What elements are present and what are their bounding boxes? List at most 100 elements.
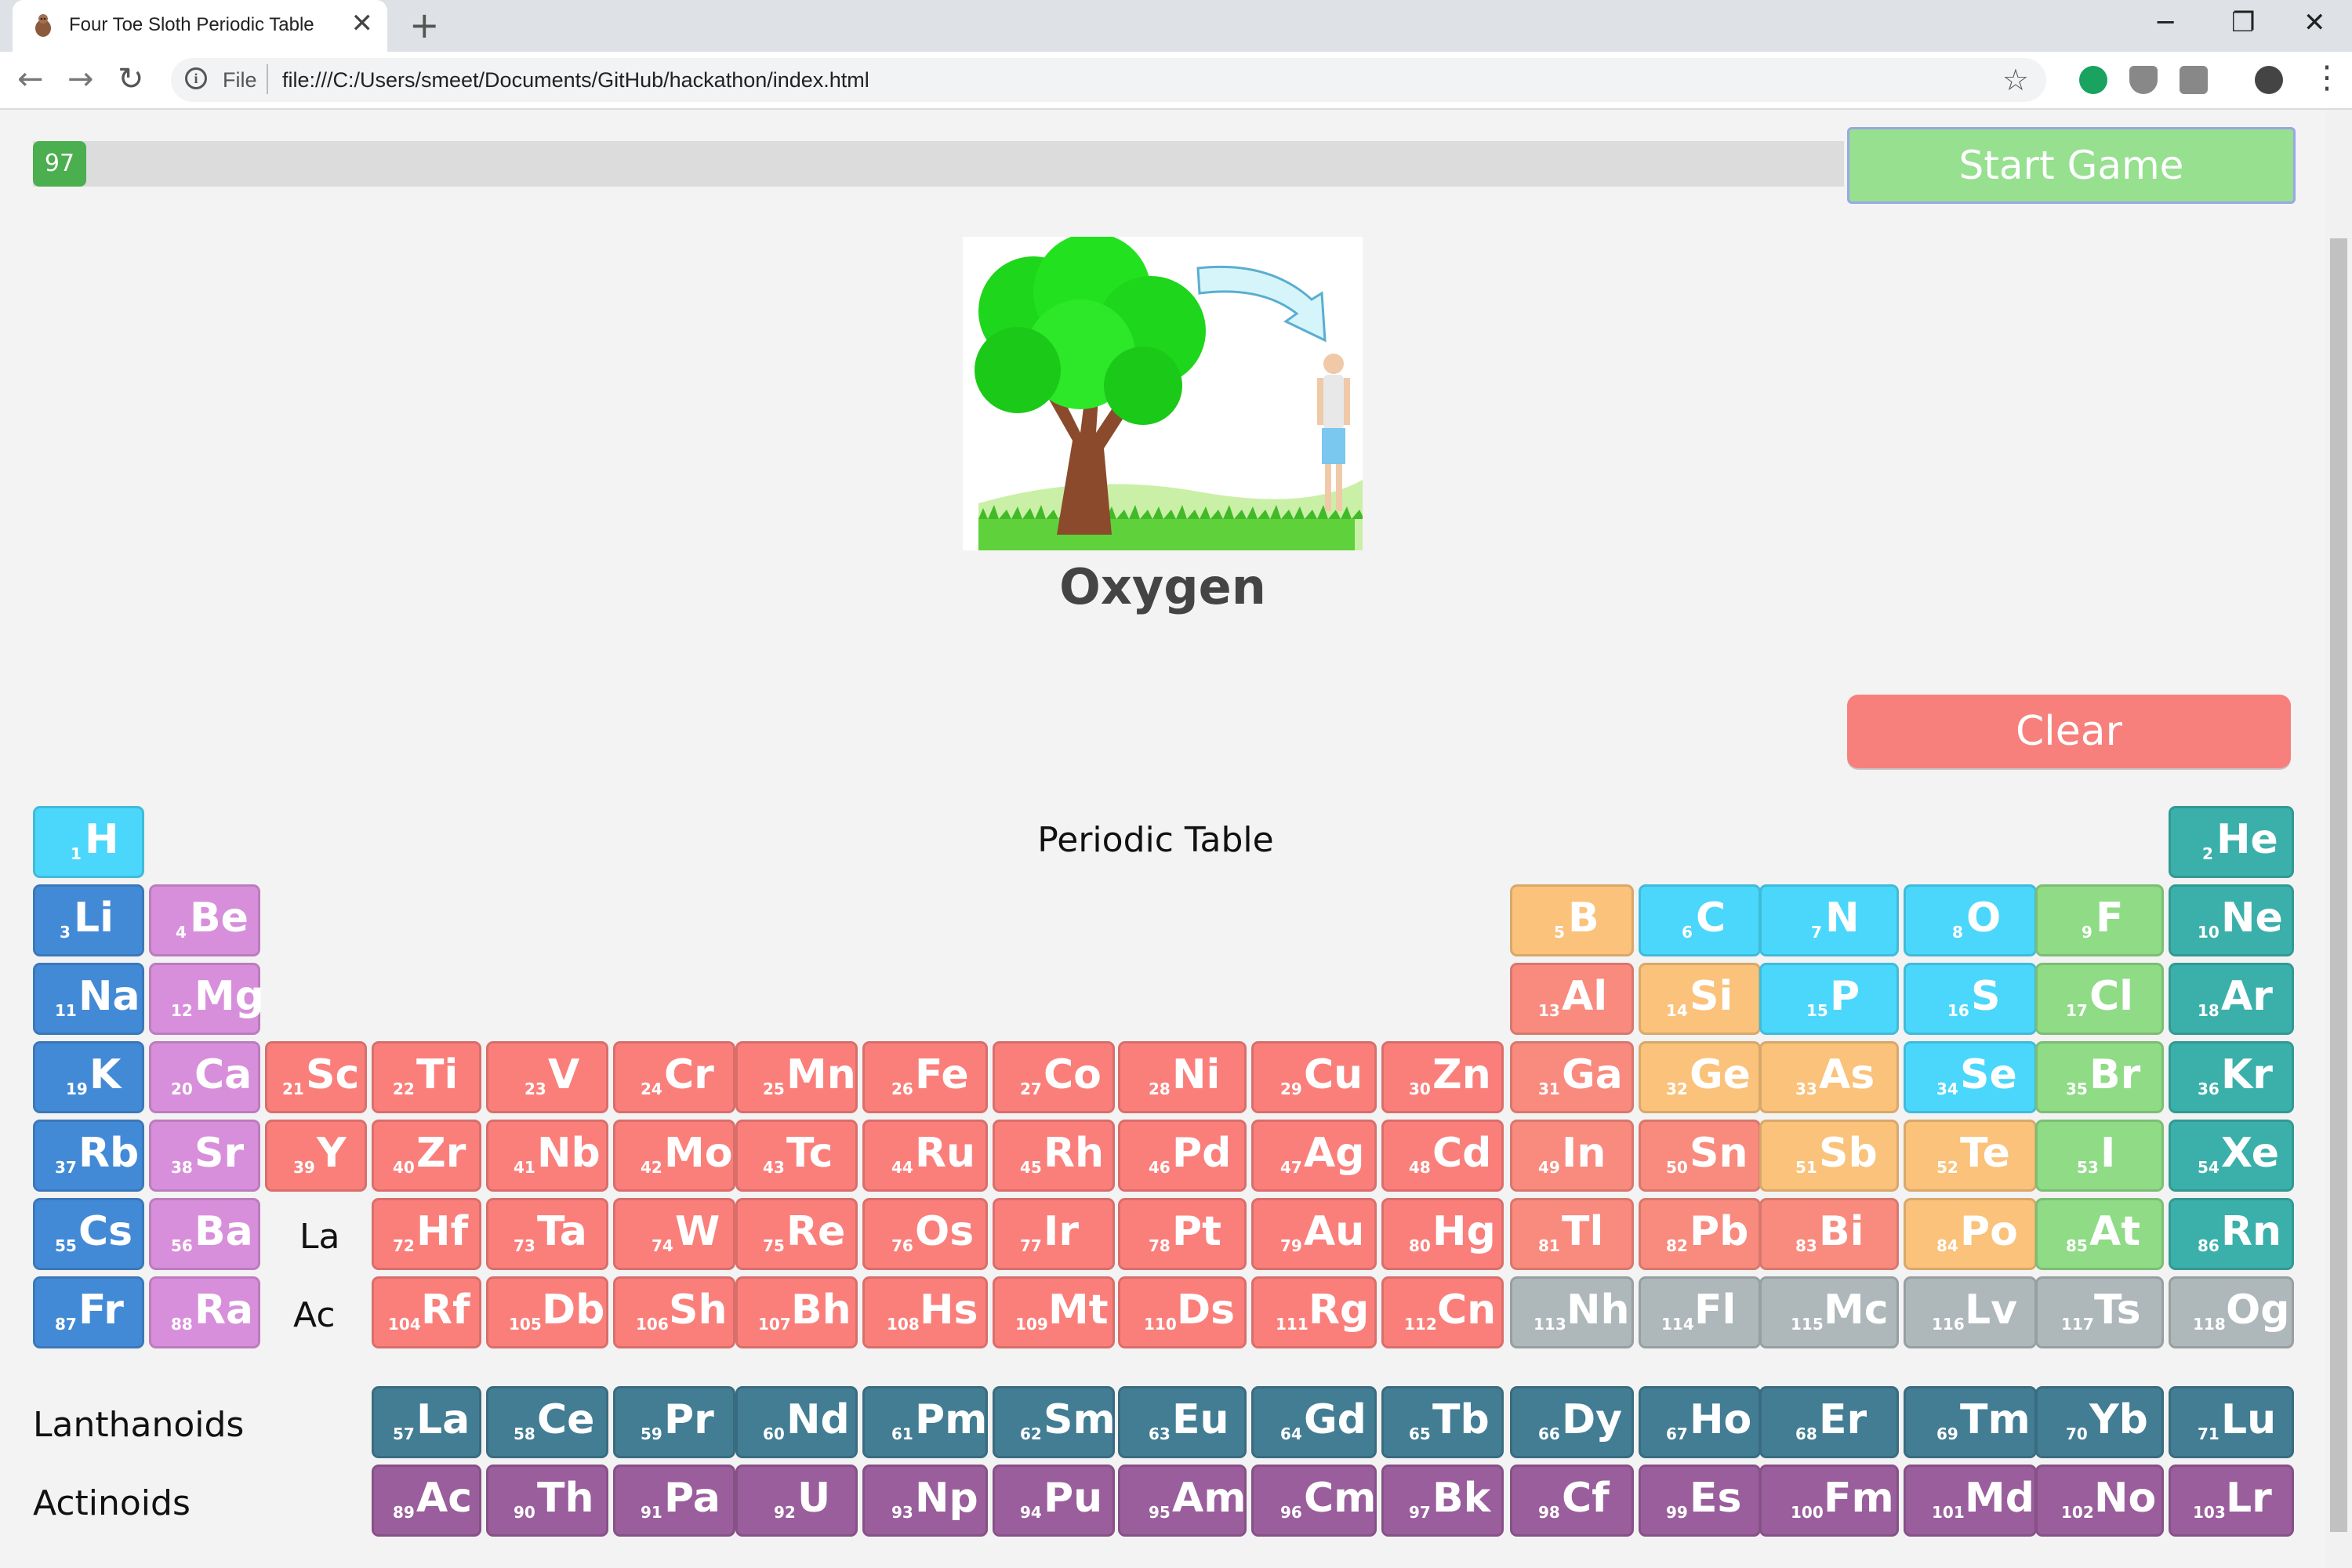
element-cell-fe[interactable]: 26 Fe	[862, 1041, 988, 1113]
camera-extension-icon[interactable]	[2180, 66, 2208, 94]
element-cell-cn[interactable]: 112 Cn	[1381, 1276, 1504, 1348]
element-cell-ir[interactable]: 77 Ir	[993, 1198, 1115, 1270]
element-cell-sc[interactable]: 21 Sc	[265, 1041, 367, 1113]
start-game-button[interactable]: Start Game	[1847, 127, 2296, 204]
element-cell-si[interactable]: 14 Si	[1639, 963, 1761, 1035]
element-cell-es[interactable]: 99 Es	[1639, 1465, 1761, 1537]
element-cell-np[interactable]: 93 Np	[862, 1465, 988, 1537]
element-cell-ni[interactable]: 28 Ni	[1118, 1041, 1247, 1113]
element-cell-nb[interactable]: 41 Nb	[486, 1120, 608, 1192]
page-scrollbar[interactable]	[2325, 110, 2352, 1568]
element-cell-eu[interactable]: 63 Eu	[1118, 1386, 1247, 1458]
element-cell-po[interactable]: 84 Po	[1904, 1198, 2037, 1270]
element-cell-ba[interactable]: 56 Ba	[149, 1198, 260, 1270]
shield-extension-icon[interactable]	[2129, 66, 2158, 94]
element-cell-rf[interactable]: 104 Rf	[372, 1276, 481, 1348]
grammarly-extension-icon[interactable]	[2079, 66, 2107, 94]
element-cell-au[interactable]: 79 Au	[1251, 1198, 1377, 1270]
element-cell-db[interactable]: 105 Db	[486, 1276, 608, 1348]
element-cell-md[interactable]: 101 Md	[1904, 1465, 2037, 1537]
element-cell-ag[interactable]: 47 Ag	[1251, 1120, 1377, 1192]
element-cell-nd[interactable]: 60 Nd	[735, 1386, 858, 1458]
element-cell-ga[interactable]: 31 Ga	[1510, 1041, 1634, 1113]
element-cell-li[interactable]: 3 Li	[33, 884, 144, 956]
element-cell-lv[interactable]: 116 Lv	[1904, 1276, 2037, 1348]
element-cell-sr[interactable]: 38 Sr	[149, 1120, 260, 1192]
element-cell-th[interactable]: 90 Th	[486, 1465, 608, 1537]
element-cell-ta[interactable]: 73 Ta	[486, 1198, 608, 1270]
back-arrow-icon[interactable]: ←	[17, 61, 44, 97]
scrollbar-thumb[interactable]	[2330, 238, 2347, 1532]
element-cell-he[interactable]: 2 He	[2169, 806, 2294, 878]
element-cell-pb[interactable]: 82 Pb	[1639, 1198, 1761, 1270]
element-cell-cl[interactable]: 17 Cl	[2035, 963, 2164, 1035]
element-cell-u[interactable]: 92 U	[735, 1465, 858, 1537]
element-cell-na[interactable]: 11 Na	[33, 963, 144, 1035]
browser-tab[interactable]: Four Toe Sloth Periodic Table ✕	[13, 0, 387, 52]
element-cell-o[interactable]: 8O	[1904, 884, 2037, 956]
element-cell-hs[interactable]: 108 Hs	[862, 1276, 988, 1348]
tab-close-icon[interactable]: ✕	[351, 10, 374, 37]
element-cell-mc[interactable]: 115 Mc	[1759, 1276, 1899, 1348]
element-cell-as[interactable]: 33 As	[1759, 1041, 1899, 1113]
element-cell-ra[interactable]: 88 Ra	[149, 1276, 260, 1348]
element-cell-al[interactable]: 13 Al	[1510, 963, 1634, 1035]
element-cell-hg[interactable]: 80 Hg	[1381, 1198, 1504, 1270]
element-cell-cf[interactable]: 98 Cf	[1510, 1465, 1634, 1537]
element-cell-sh[interactable]: 106 Sh	[613, 1276, 735, 1348]
element-cell-og[interactable]: 118 Og	[2169, 1276, 2294, 1348]
element-cell-k[interactable]: 19 K	[33, 1041, 144, 1113]
element-cell-re[interactable]: 75 Re	[735, 1198, 858, 1270]
element-cell-zr[interactable]: 40 Zr	[372, 1120, 481, 1192]
element-cell-cr[interactable]: 24 Cr	[613, 1041, 735, 1113]
element-cell-v[interactable]: 23 V	[486, 1041, 608, 1113]
clear-button[interactable]: Clear	[1847, 695, 2291, 768]
element-cell-tl[interactable]: 81 Tl	[1510, 1198, 1634, 1270]
element-cell-h[interactable]: 1H	[33, 806, 144, 878]
menu-kebab-icon[interactable]: ⋮	[2311, 60, 2343, 96]
element-cell-cm[interactable]: 96 Cm	[1251, 1465, 1377, 1537]
element-cell-ho[interactable]: 67 Ho	[1639, 1386, 1761, 1458]
element-cell-co[interactable]: 27 Co	[993, 1041, 1115, 1113]
element-cell-c[interactable]: 6C	[1639, 884, 1761, 956]
element-cell-xe[interactable]: 54 Xe	[2169, 1120, 2294, 1192]
address-bar[interactable]: i File file:///C:/Users/smeet/Documents/…	[171, 58, 2046, 102]
element-cell-se[interactable]: 34 Se	[1904, 1041, 2037, 1113]
element-cell-mo[interactable]: 42 Mo	[613, 1120, 735, 1192]
element-cell-la[interactable]: 57 La	[372, 1386, 481, 1458]
element-cell-rn[interactable]: 86 Rn	[2169, 1198, 2294, 1270]
element-cell-fr[interactable]: 87 Fr	[33, 1276, 144, 1348]
element-cell-no[interactable]: 102 No	[2035, 1465, 2164, 1537]
minimize-button[interactable]: ─	[2158, 5, 2173, 41]
element-cell-am[interactable]: 95 Am	[1118, 1465, 1247, 1537]
element-cell-ge[interactable]: 32 Ge	[1639, 1041, 1761, 1113]
element-cell-rb[interactable]: 37 Rb	[33, 1120, 144, 1192]
element-cell-dy[interactable]: 66 Dy	[1510, 1386, 1634, 1458]
element-cell-be[interactable]: 4 Be	[149, 884, 260, 956]
element-cell-ar[interactable]: 18 Ar	[2169, 963, 2294, 1035]
element-cell-cd[interactable]: 48 Cd	[1381, 1120, 1504, 1192]
element-cell-ru[interactable]: 44 Ru	[862, 1120, 988, 1192]
element-cell-os[interactable]: 76 Os	[862, 1198, 988, 1270]
element-cell-ce[interactable]: 58 Ce	[486, 1386, 608, 1458]
element-cell-br[interactable]: 35 Br	[2035, 1041, 2164, 1113]
element-cell-cu[interactable]: 29 Cu	[1251, 1041, 1377, 1113]
element-cell-hf[interactable]: 72 Hf	[372, 1198, 481, 1270]
info-icon[interactable]: i	[185, 67, 207, 89]
element-cell-lu[interactable]: 71 Lu	[2169, 1386, 2294, 1458]
element-cell-bh[interactable]: 107 Bh	[735, 1276, 858, 1348]
element-cell-ds[interactable]: 110 Ds	[1118, 1276, 1247, 1348]
element-cell-lr[interactable]: 103 Lr	[2169, 1465, 2294, 1537]
element-cell-y[interactable]: 39 Y	[265, 1120, 367, 1192]
element-cell-er[interactable]: 68 Er	[1759, 1386, 1899, 1458]
element-cell-s[interactable]: 16 S	[1904, 963, 2037, 1035]
element-cell-bi[interactable]: 83 Bi	[1759, 1198, 1899, 1270]
element-cell-sn[interactable]: 50 Sn	[1639, 1120, 1761, 1192]
element-cell-sm[interactable]: 62 Sm	[993, 1386, 1116, 1458]
element-cell-ac[interactable]: 89 Ac	[372, 1465, 481, 1537]
element-cell-ca[interactable]: 20 Ca	[149, 1041, 260, 1113]
element-cell-rg[interactable]: 111 Rg	[1251, 1276, 1377, 1348]
element-cell-nh[interactable]: 113 Nh	[1510, 1276, 1634, 1348]
element-cell-w[interactable]: 74 W	[613, 1198, 735, 1270]
element-cell-sb[interactable]: 51 Sb	[1759, 1120, 1899, 1192]
